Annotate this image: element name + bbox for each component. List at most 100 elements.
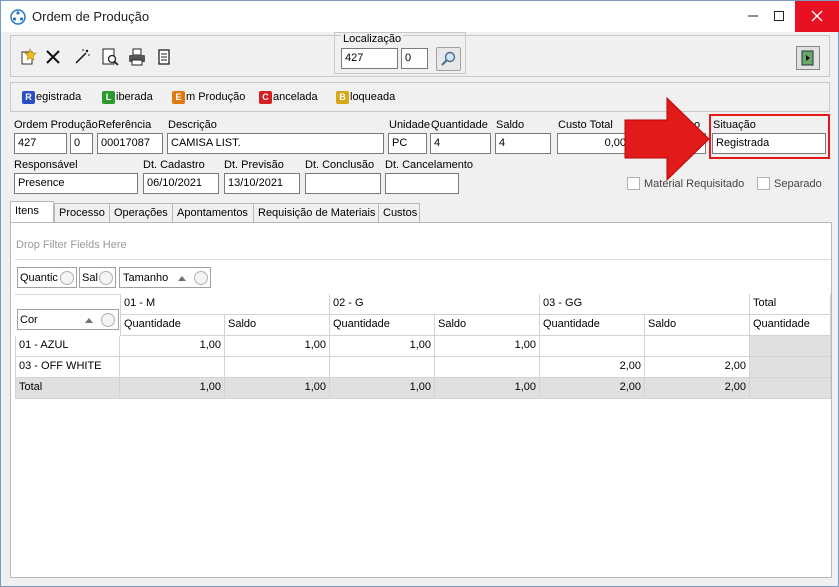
measure-header: Saldo bbox=[225, 315, 330, 336]
field-cor-label: Cor bbox=[20, 314, 38, 326]
field-saldo-label: Sal bbox=[82, 272, 98, 284]
referencia-input[interactable]: 00017087 bbox=[97, 133, 163, 154]
total-cell[interactable]: 2,00 bbox=[645, 378, 750, 399]
responsavel-input[interactable]: Presence bbox=[14, 173, 138, 194]
tab-custos[interactable]: Custos bbox=[378, 203, 420, 222]
wand-icon[interactable] bbox=[72, 47, 92, 67]
ordem-producao-sub-input[interactable]: 0 bbox=[70, 133, 93, 154]
status-em-producao-icon: E bbox=[172, 90, 185, 104]
data-cell[interactable] bbox=[540, 336, 645, 357]
search-icon bbox=[441, 51, 456, 66]
saldo-label: Saldo bbox=[496, 119, 525, 131]
total-cell[interactable]: 1,00 bbox=[435, 378, 540, 399]
data-cell[interactable]: 1,00 bbox=[330, 336, 435, 357]
data-cell[interactable] bbox=[645, 336, 750, 357]
field-tamanho[interactable]: Tamanho bbox=[119, 267, 211, 288]
size-header-gg: 03 - GG bbox=[540, 294, 750, 315]
field-cor[interactable]: Cor bbox=[17, 309, 119, 330]
data-cell[interactable]: 1,00 bbox=[225, 336, 330, 357]
measure-header: Quantidade bbox=[540, 315, 645, 336]
tab-apontamentos[interactable]: Apontamentos bbox=[172, 203, 254, 222]
window: Ordem de Produção Localização 427 0 Regi… bbox=[0, 0, 839, 587]
sort-asc-icon bbox=[178, 276, 186, 281]
measure-header: Quantidade bbox=[120, 315, 225, 336]
situacao-highlight-box bbox=[709, 114, 830, 159]
grand-total-label[interactable]: Total bbox=[15, 378, 120, 399]
drop-filter-area[interactable]: Drop Filter Fields Here bbox=[16, 239, 127, 251]
highlight-arrow-icon bbox=[624, 96, 710, 182]
field-quantidade[interactable]: Quantic bbox=[17, 267, 77, 288]
new-record-icon[interactable] bbox=[18, 47, 38, 67]
total-cell[interactable]: 1,00 bbox=[225, 378, 330, 399]
status-cancelada[interactable]: Cancelada bbox=[259, 88, 318, 106]
data-cell[interactable] bbox=[435, 357, 540, 378]
tab-operacoes[interactable]: Operações bbox=[109, 203, 173, 222]
filter-icon[interactable] bbox=[99, 271, 113, 285]
ordem-producao-input[interactable]: 427 bbox=[14, 133, 67, 154]
status-registrada[interactable]: Registrada bbox=[22, 88, 81, 106]
delete-icon[interactable] bbox=[43, 47, 63, 67]
filter-icon[interactable] bbox=[101, 313, 115, 327]
total-cell[interactable] bbox=[750, 357, 831, 378]
size-header-total: Total bbox=[750, 294, 831, 315]
filter-icon[interactable] bbox=[194, 271, 208, 285]
tab-requisicao-materiais[interactable]: Requisição de Materiais bbox=[253, 203, 379, 222]
total-cell[interactable] bbox=[750, 378, 831, 399]
responsavel-label: Responsável bbox=[14, 159, 78, 171]
total-cell[interactable]: 1,00 bbox=[120, 378, 225, 399]
data-cell[interactable]: 2,00 bbox=[540, 357, 645, 378]
dt-cancelamento-input[interactable] bbox=[385, 173, 459, 194]
data-cell[interactable] bbox=[330, 357, 435, 378]
status-liberada-icon: L bbox=[102, 90, 115, 104]
exit-icon bbox=[801, 50, 814, 66]
filter-icon[interactable] bbox=[60, 271, 74, 285]
measure-header: Saldo bbox=[645, 315, 750, 336]
separado-checkbox[interactable] bbox=[757, 177, 770, 190]
quantidade-input[interactable]: 4 bbox=[430, 133, 491, 154]
total-cell[interactable]: 2,00 bbox=[540, 378, 645, 399]
status-liberada[interactable]: Liberada bbox=[102, 88, 153, 106]
field-saldo[interactable]: Sal bbox=[79, 267, 116, 288]
preview-icon[interactable] bbox=[100, 47, 120, 67]
localizacao-search-button[interactable] bbox=[436, 47, 461, 71]
tab-processo[interactable]: Processo bbox=[54, 203, 110, 222]
dt-previsao-input[interactable]: 13/10/2021 bbox=[224, 173, 300, 194]
data-cell[interactable] bbox=[120, 357, 225, 378]
localizacao-label: Localização bbox=[341, 33, 404, 45]
status-em-producao[interactable]: Em Produção bbox=[172, 88, 245, 106]
unidade-label: Unidade bbox=[389, 119, 430, 131]
tab-itens[interactable]: Itens bbox=[10, 201, 54, 223]
field-quantidade-label: Quantic bbox=[20, 272, 58, 284]
field-tamanho-label: Tamanho bbox=[123, 272, 169, 284]
exit-button[interactable] bbox=[796, 46, 820, 70]
total-cell[interactable]: 1,00 bbox=[330, 378, 435, 399]
custo-total-input[interactable]: 0,00 bbox=[557, 133, 630, 154]
maximize-icon[interactable] bbox=[772, 9, 786, 23]
dt-cadastro-input[interactable]: 06/10/2021 bbox=[143, 173, 219, 194]
status-cancelada-label: ancelada bbox=[273, 91, 318, 103]
status-bloqueada[interactable]: Bloqueada bbox=[336, 88, 395, 106]
data-cell[interactable]: 1,00 bbox=[120, 336, 225, 357]
total-cell[interactable] bbox=[750, 336, 831, 357]
measure-header: Quantidade bbox=[330, 315, 435, 336]
localizacao-input[interactable]: 427 bbox=[341, 48, 398, 69]
minimize-icon[interactable] bbox=[746, 9, 760, 23]
print-icon[interactable] bbox=[127, 47, 147, 67]
data-cell[interactable]: 2,00 bbox=[645, 357, 750, 378]
row-header[interactable]: 01 - AZUL bbox=[15, 336, 120, 357]
close-button[interactable] bbox=[795, 1, 839, 32]
row-header[interactable]: 03 - OFF WHITE bbox=[15, 357, 120, 378]
descricao-input[interactable]: CAMISA LIST. bbox=[167, 133, 384, 154]
separado-label: Separado bbox=[774, 178, 822, 190]
localizacao-sub-input[interactable]: 0 bbox=[401, 48, 428, 69]
dt-conclusao-input[interactable] bbox=[305, 173, 381, 194]
unidade-input[interactable]: PC bbox=[388, 133, 427, 154]
title-bar: Ordem de Produção bbox=[1, 1, 839, 32]
close-icon bbox=[811, 10, 823, 22]
data-cell[interactable]: 1,00 bbox=[435, 336, 540, 357]
measure-header: Quantidade bbox=[750, 315, 831, 336]
ordem-producao-label: Ordem Produção bbox=[14, 119, 98, 131]
data-cell[interactable] bbox=[225, 357, 330, 378]
saldo-input[interactable]: 4 bbox=[495, 133, 551, 154]
document-icon[interactable] bbox=[154, 47, 174, 67]
